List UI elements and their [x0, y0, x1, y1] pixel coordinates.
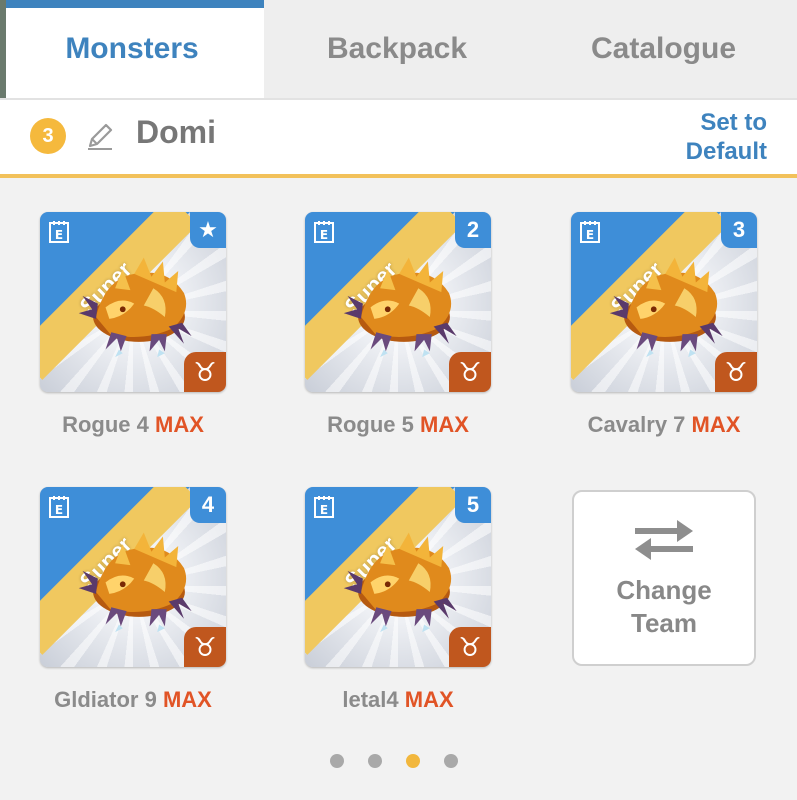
slot-number-badge: 5 — [455, 487, 491, 523]
monster-name: Rogue 5 — [327, 412, 414, 437]
monster-image — [609, 257, 723, 358]
page-dot-2[interactable] — [368, 754, 382, 768]
change-team-line2: Team — [631, 608, 697, 638]
monster-name: Rogue 4 — [62, 412, 149, 437]
monster-card[interactable]: Super E 4 ♉ — [40, 487, 226, 667]
set-to-default-button[interactable]: Set to Default — [686, 108, 767, 166]
monster-card[interactable]: Super E ★ ♉ — [40, 212, 226, 392]
monster-level: MAX — [420, 412, 469, 437]
taurus-zodiac-icon: ♉ — [715, 352, 757, 392]
slot-number-badge: 2 — [455, 212, 491, 248]
document-icon: E — [49, 221, 69, 243]
monster-name: letal4 — [342, 687, 399, 712]
monster-card[interactable]: Super E 5 ♉ — [305, 487, 491, 667]
taurus-zodiac-icon: ♉ — [449, 627, 491, 667]
set-default-line1: Set to — [700, 109, 767, 136]
taurus-zodiac-icon: ♉ — [184, 352, 226, 392]
team-header: 3 Domi Set to Default — [0, 100, 797, 178]
team-name[interactable]: Domi — [136, 114, 216, 151]
tab-bar: Monsters Backpack Catalogue — [0, 0, 797, 100]
pencil-edit-icon[interactable] — [84, 120, 116, 152]
tab-backpack[interactable]: Backpack — [264, 0, 530, 98]
monster-card[interactable]: Super E 2 ♉ — [305, 212, 491, 392]
monster-level: MAX — [162, 687, 212, 712]
favorite-star-badge: ★ — [190, 212, 226, 248]
slot-number-badge: 4 — [190, 487, 226, 523]
svg-text:E: E — [55, 228, 63, 242]
svg-text:E: E — [320, 503, 328, 517]
set-default-line2: Default — [685, 138, 767, 165]
page-dot-4[interactable] — [444, 754, 458, 768]
document-icon: E — [580, 221, 600, 243]
monster-name-label: Cavalry 7 MAX — [564, 412, 764, 438]
monster-card[interactable]: Super E 3 ♉ — [571, 212, 757, 392]
monster-image — [78, 532, 192, 633]
monster-name: Gldiator 9 — [54, 687, 157, 712]
document-icon: E — [314, 496, 334, 518]
monster-level: MAX — [155, 412, 204, 437]
page-dot-1[interactable] — [330, 754, 344, 768]
monster-image — [343, 532, 457, 633]
monster-name-label: Rogue 4 MAX — [33, 412, 233, 438]
monster-image — [343, 257, 457, 358]
page-dot-3-current[interactable] — [406, 754, 420, 768]
change-team-button[interactable]: Change Team — [572, 490, 756, 666]
change-team-label: Change Team — [616, 574, 711, 640]
svg-text:E: E — [320, 228, 328, 242]
document-icon: E — [314, 221, 334, 243]
slot-number-badge: 3 — [721, 212, 757, 248]
svg-text:E: E — [55, 503, 63, 517]
monster-level: MAX — [404, 687, 454, 712]
svg-text:E: E — [586, 228, 594, 242]
monster-name-label: letal4 MAX — [298, 687, 498, 713]
monster-name-label: Gldiator 9 MAX — [33, 687, 233, 713]
document-icon: E — [49, 496, 69, 518]
monster-image — [78, 257, 192, 358]
swap-arrows-icon — [635, 520, 693, 560]
tab-monsters[interactable]: Monsters — [0, 0, 264, 98]
monster-name-label: Rogue 5 MAX — [298, 412, 498, 438]
taurus-zodiac-icon: ♉ — [449, 352, 491, 392]
page-indicator — [330, 754, 458, 768]
monster-name: Cavalry 7 — [587, 412, 686, 437]
change-team-line1: Change — [616, 575, 712, 605]
team-number-badge: 3 — [30, 118, 66, 154]
tab-catalogue[interactable]: Catalogue — [530, 0, 797, 98]
taurus-zodiac-icon: ♉ — [184, 627, 226, 667]
monster-level: MAX — [691, 412, 741, 437]
